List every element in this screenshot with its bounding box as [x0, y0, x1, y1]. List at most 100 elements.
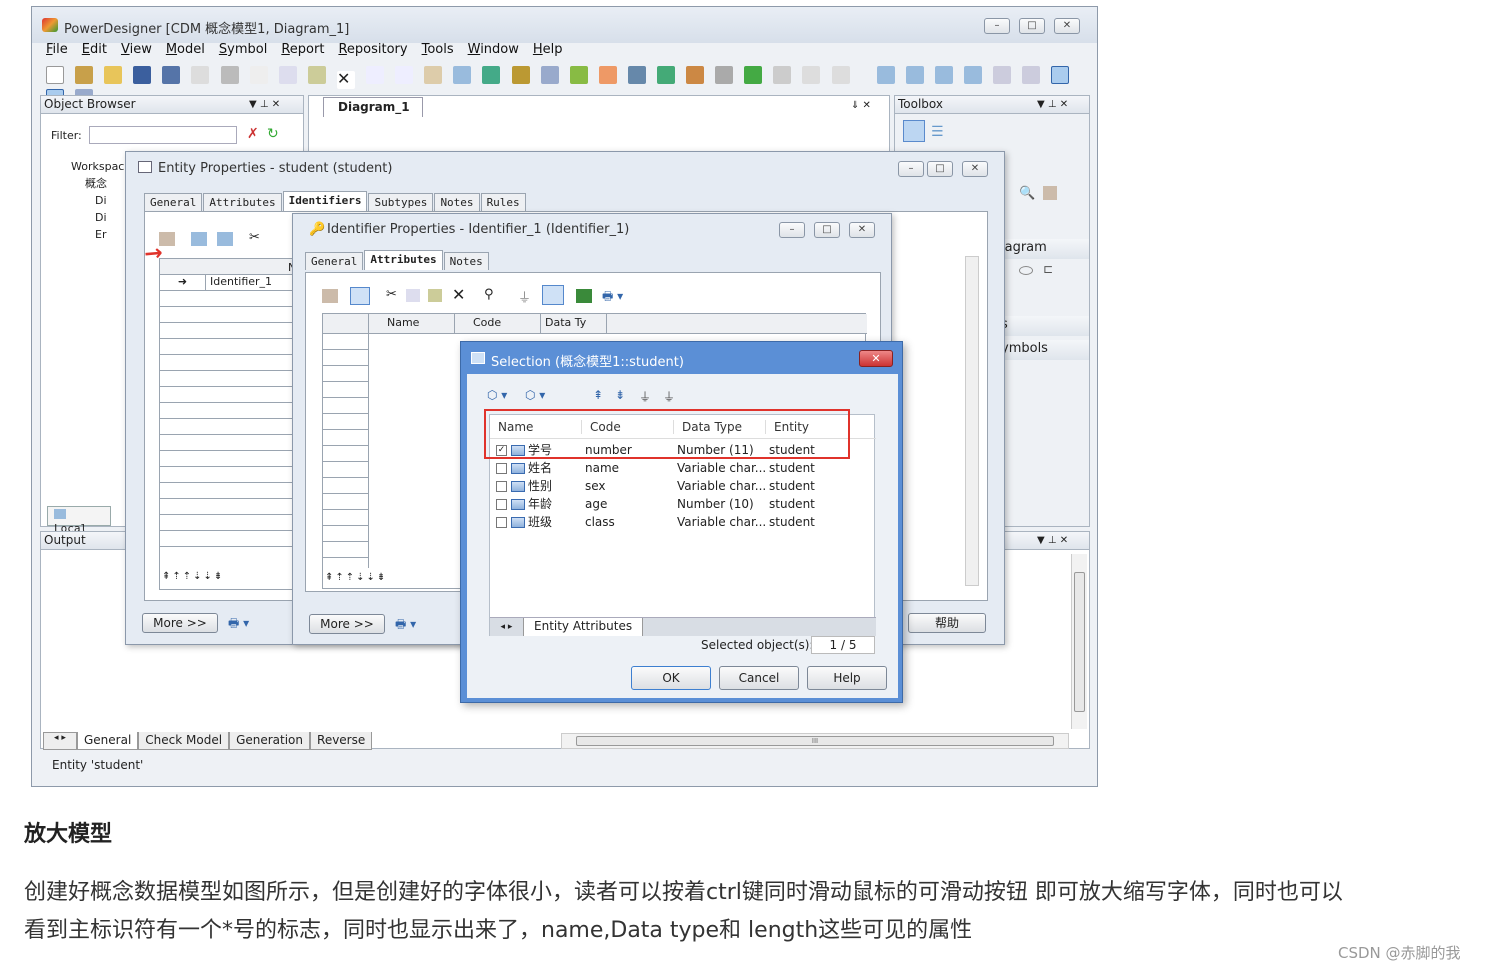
entity-dialog-maximize[interactable]: □: [927, 161, 953, 177]
menu-edit[interactable]: Edit: [82, 42, 107, 62]
menu-report[interactable]: Report: [281, 42, 324, 62]
identifier-more-button[interactable]: More >>: [309, 614, 385, 634]
row-checkbox[interactable]: [496, 462, 507, 474]
entity-add-row-icon[interactable]: [217, 232, 233, 246]
text-icon[interactable]: [744, 66, 763, 84]
menu-help[interactable]: Help: [533, 42, 563, 62]
tree-model[interactable]: 概念: [55, 175, 124, 192]
identifier-excel-icon[interactable]: [576, 289, 592, 303]
output-hscroll[interactable]: III: [561, 733, 1069, 749]
filter-input[interactable]: [89, 126, 237, 144]
output-panel-controls[interactable]: ▼ ⊥ ✕: [1037, 532, 1068, 549]
grid-icon[interactable]: [1022, 66, 1041, 84]
menu-file[interactable]: File: [46, 42, 68, 62]
minimize-button[interactable]: –: [984, 18, 1010, 34]
identifier-cut-icon[interactable]: ✂: [386, 287, 397, 302]
local-tab[interactable]: Local: [47, 506, 111, 535]
tree-entities[interactable]: Er: [55, 226, 124, 243]
toolbox-search-icon[interactable]: 🔍: [1019, 186, 1035, 201]
entity-dialog-minimize[interactable]: –: [898, 161, 924, 177]
selection-row[interactable]: 姓名 name Variable char... student: [496, 459, 874, 477]
arrow-icon[interactable]: [831, 66, 850, 84]
entity-more-button[interactable]: More >>: [142, 613, 218, 633]
identifier-name-cell[interactable]: Identifier_1: [206, 275, 272, 290]
refresh-icon[interactable]: [993, 66, 1011, 84]
new-model-icon[interactable]: [75, 66, 94, 84]
identifier-dialog-close[interactable]: ✕: [849, 222, 875, 238]
output-tab-reverse[interactable]: Reverse: [310, 732, 373, 750]
menu-repository[interactable]: Repository: [338, 42, 407, 62]
zoom-page-icon[interactable]: [963, 66, 982, 84]
row-checkbox[interactable]: [496, 480, 507, 492]
zoom-in-icon[interactable]: [876, 66, 895, 84]
selection-filter-icon[interactable]: ⏚: [639, 388, 651, 405]
identifier-find-icon[interactable]: ⚲: [484, 287, 494, 302]
paste-icon[interactable]: [307, 66, 326, 84]
entity-print-icon[interactable]: 🖶 ▾: [228, 614, 249, 635]
filter-refresh-icon[interactable]: ↻: [267, 126, 279, 142]
sel-tab-entity-attributes[interactable]: Entity Attributes: [524, 618, 644, 636]
selection-select-all-icon[interactable]: ⬡ ▾: [487, 388, 507, 402]
identifier-print-icon[interactable]: 🖶 ▾: [602, 287, 623, 308]
selection-move-top-icon[interactable]: ⇞: [593, 388, 603, 402]
diagram-tab[interactable]: Diagram_1: [323, 97, 423, 117]
zoom-fit-icon[interactable]: [934, 66, 953, 84]
reverse-icon[interactable]: [540, 66, 559, 84]
selection-row[interactable]: 性别 sex Variable char... student: [496, 477, 874, 495]
tree-domains[interactable]: Di: [55, 209, 124, 226]
entity-insert-row-icon[interactable]: [191, 232, 207, 246]
selection-help-button[interactable]: Help: [807, 666, 887, 690]
identifier-filter-active-icon[interactable]: [542, 285, 564, 305]
selection-row[interactable]: 班级 class Variable char... student: [496, 513, 874, 531]
entity-dialog-close[interactable]: ✕: [962, 161, 988, 177]
print-preview-icon[interactable]: [191, 66, 210, 84]
close-button[interactable]: ✕: [1054, 18, 1080, 34]
entity-right-scroll[interactable]: [965, 256, 979, 586]
toolbox-grid-icon[interactable]: [903, 120, 925, 142]
entity-tab-general[interactable]: General: [144, 193, 203, 211]
identifier-dialog-maximize[interactable]: □: [814, 222, 840, 238]
identifier-print-bottom-icon[interactable]: 🖶 ▾: [395, 615, 416, 636]
list-icon[interactable]: [656, 66, 675, 84]
pointer-icon[interactable]: [715, 66, 734, 84]
menu-tools[interactable]: Tools: [422, 42, 454, 62]
copy-icon[interactable]: [278, 66, 297, 84]
attr-col-datatype[interactable]: Data Ty: [541, 314, 607, 333]
entity-tab-subtypes[interactable]: Subtypes: [368, 193, 434, 211]
print-icon[interactable]: [220, 66, 239, 84]
selection-close-button[interactable]: ✕: [859, 350, 893, 367]
identifier-filter-icon[interactable]: ⏚: [518, 287, 531, 306]
attr-col-code[interactable]: Code: [455, 314, 541, 333]
row-checkbox[interactable]: [496, 516, 507, 528]
menu-model[interactable]: Model: [166, 42, 205, 62]
identifier-paste-icon[interactable]: [428, 289, 442, 302]
save-icon[interactable]: [133, 66, 152, 84]
toolbox-list-icon[interactable]: ☰: [931, 124, 944, 140]
output-tab-nav-icon[interactable]: ◂ ▸: [43, 732, 77, 750]
cut-icon[interactable]: [249, 66, 268, 84]
merge-icon[interactable]: [598, 66, 617, 84]
properties-icon[interactable]: [424, 66, 443, 84]
toolbox-props-icon[interactable]: [1043, 186, 1057, 200]
image-icon[interactable]: [773, 66, 792, 84]
compare-icon[interactable]: [569, 66, 588, 84]
entity-tab-rules[interactable]: Rules: [480, 193, 526, 211]
identifier-props-icon[interactable]: [322, 289, 338, 303]
panel-menu-icon[interactable]: ▼ ⊥ ✕: [249, 96, 280, 113]
link-icon[interactable]: [802, 66, 821, 84]
menu-symbol[interactable]: Symbol: [219, 42, 267, 62]
diagram-panel-controls[interactable]: ⇓ ✕: [851, 100, 871, 111]
new-icon[interactable]: [46, 66, 64, 84]
save-all-icon[interactable]: [162, 66, 181, 84]
attr-col-name[interactable]: Name: [369, 314, 455, 333]
entity-tab-notes[interactable]: Notes: [434, 193, 480, 211]
menu-window[interactable]: Window: [468, 42, 519, 62]
find-icon[interactable]: [453, 66, 472, 84]
identifier-add-attr-icon[interactable]: [350, 287, 370, 305]
identifier-dialog-minimize[interactable]: –: [779, 222, 805, 238]
tree-workspace[interactable]: Workspac: [55, 158, 124, 175]
delete-icon[interactable]: ✕: [336, 71, 355, 89]
output-vscroll[interactable]: [1071, 554, 1087, 729]
filter-clear-icon[interactable]: ✗: [247, 126, 259, 142]
output-tab-general[interactable]: General: [77, 732, 139, 750]
